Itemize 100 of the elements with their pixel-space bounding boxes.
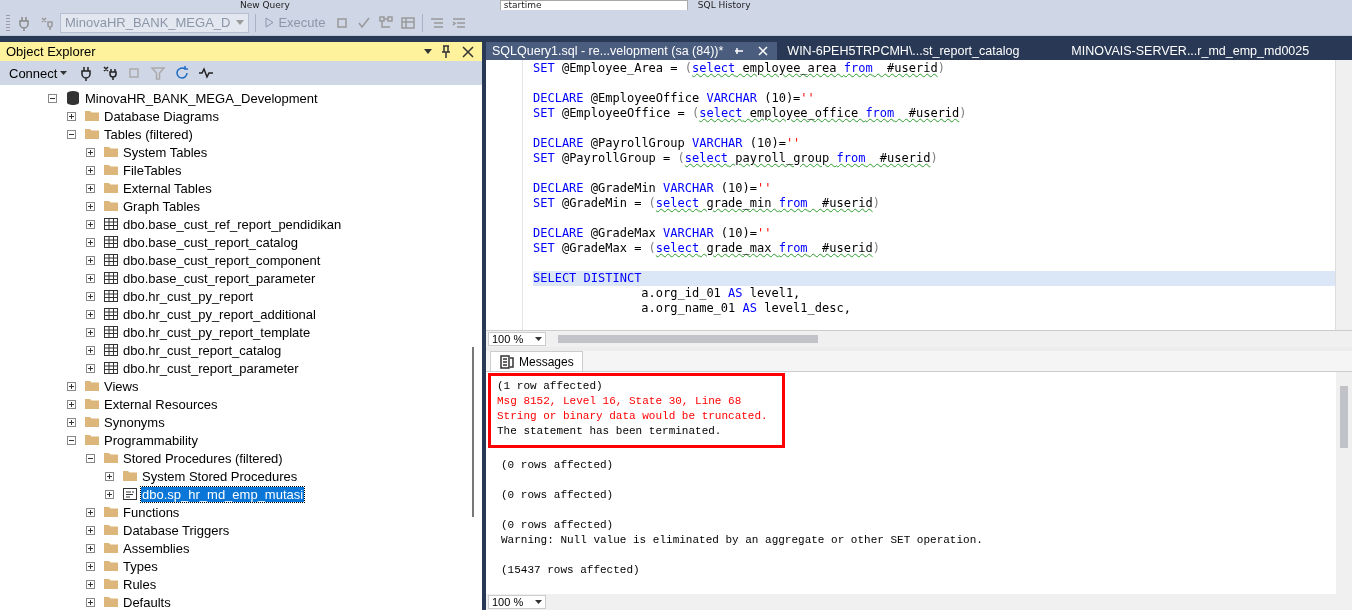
table-icon	[103, 216, 119, 232]
expand-icon[interactable]	[86, 309, 95, 319]
expand-icon[interactable]	[86, 327, 95, 337]
expand-icon[interactable]	[86, 255, 95, 265]
expand-icon[interactable]	[67, 111, 76, 121]
tree-item[interactable]: Graph Tables	[122, 198, 202, 214]
collapse-icon[interactable]	[67, 435, 76, 445]
caret-icon	[535, 337, 542, 341]
tree-item[interactable]: dbo.sp_hr_md_emp_mutasi	[141, 486, 305, 502]
scrollbar[interactable]	[472, 347, 474, 517]
table-icon	[103, 306, 119, 322]
dropdown-icon[interactable]	[424, 49, 432, 54]
tree-item[interactable]: dbo.base_cust_report_component	[122, 252, 322, 268]
tree-item[interactable]: Functions	[122, 504, 181, 520]
collapse-icon[interactable]	[48, 93, 57, 103]
folder-icon	[122, 468, 138, 484]
tree-item[interactable]: Tables (filtered)	[103, 126, 194, 142]
document-tab[interactable]: SQLQuery1.sql - re...velopment (sa (84))*	[486, 42, 778, 60]
disconnect-icon[interactable]	[102, 65, 119, 81]
tree-item[interactable]: Database Diagrams	[103, 108, 220, 124]
activity-monitor-icon[interactable]	[198, 65, 215, 81]
connect-button[interactable]: Connect	[6, 65, 71, 81]
tree-item[interactable]: dbo.base_cust_report_catalog	[122, 234, 299, 250]
search-field[interactable]: startime	[499, 0, 688, 10]
tree-item[interactable]: System Tables	[122, 144, 209, 160]
expand-icon[interactable]	[67, 399, 76, 409]
sql-history-button[interactable]: SQL History	[697, 0, 751, 10]
tree-item[interactable]: MinovaHR_BANK_MEGA_Development	[84, 90, 319, 106]
tree-item[interactable]: Synonyms	[103, 414, 166, 430]
tree-item[interactable]: dbo.base_cust_ref_report_pendidikan	[122, 216, 343, 232]
caret-icon	[60, 71, 68, 75]
code-line: a.org_name_01 AS level1_desc,	[640, 301, 852, 316]
expand-icon[interactable]	[86, 543, 95, 553]
tree-item[interactable]: Rules	[122, 576, 158, 592]
messages-icon[interactable]	[499, 353, 515, 370]
folder-icon	[84, 396, 100, 412]
tree-item[interactable]: dbo.hr_cust_report_parameter	[122, 360, 300, 376]
expand-icon[interactable]	[86, 579, 95, 589]
code-line: a.org_id_01 AS level1,	[640, 286, 802, 301]
collapse-icon[interactable]	[86, 453, 95, 463]
database-icon	[65, 90, 81, 106]
zoom-dropdown[interactable]: 100 %	[488, 595, 546, 609]
tree-item[interactable]: Defaults	[122, 594, 172, 610]
folder-icon	[103, 522, 119, 538]
expand-icon[interactable]	[86, 183, 95, 193]
zoom-dropdown[interactable]: 100 %	[488, 332, 546, 346]
tree-item[interactable]: dbo.hr_cust_report_catalog	[122, 342, 283, 358]
expand-icon[interactable]	[67, 417, 76, 427]
tree-item[interactable]: Programmability	[103, 432, 199, 448]
play-icon	[265, 17, 275, 28]
expand-icon[interactable]	[86, 561, 95, 571]
tree-item[interactable]: Types	[122, 558, 159, 574]
expand-icon[interactable]	[67, 381, 76, 391]
expand-icon[interactable]	[86, 597, 95, 607]
expand-icon[interactable]	[86, 345, 95, 355]
collapse-icon[interactable]	[67, 129, 76, 139]
tree-item[interactable]: Stored Procedures (filtered)	[122, 450, 284, 466]
expand-icon[interactable]	[86, 273, 95, 283]
expand-icon[interactable]	[86, 237, 95, 247]
tree-item[interactable]: dbo.base_cust_report_parameter	[122, 270, 317, 286]
message-line: (0 rows affected)	[501, 518, 615, 533]
table-icon	[103, 252, 119, 268]
tree-item[interactable]: External Resources	[103, 396, 219, 412]
tree-item[interactable]: dbo.hr_cust_py_report_template	[122, 324, 312, 340]
message-line: Warning: Null value is eliminated by an aggregate or other SET operation.	[501, 533, 983, 548]
tree-item[interactable]: dbo.hr_cust_py_report_additional	[122, 306, 317, 322]
tree-item[interactable]: Database Triggers	[122, 522, 231, 538]
refresh-icon[interactable]	[174, 65, 191, 81]
expand-icon[interactable]	[105, 471, 114, 481]
expand-icon[interactable]	[86, 219, 95, 229]
tree-item[interactable]: Assemblies	[122, 540, 191, 556]
message-line: (0 rows affected)	[501, 458, 614, 473]
close-icon[interactable]	[460, 43, 476, 60]
tree-item[interactable]: Views	[103, 378, 140, 394]
expand-icon[interactable]	[86, 363, 95, 373]
expand-icon[interactable]	[86, 165, 95, 175]
message-line: (0 rows affected)	[501, 488, 614, 503]
table-icon	[103, 288, 119, 304]
expand-icon[interactable]	[86, 525, 95, 535]
folder-icon	[103, 540, 119, 556]
messages-tab[interactable]: Messages	[490, 351, 583, 371]
expand-icon[interactable]	[86, 507, 95, 517]
tree-item[interactable]: FileTables	[122, 162, 183, 178]
code-line: SET @EmployeeOffice = (select employee_office from #userid)	[533, 106, 968, 122]
folder-icon	[84, 414, 100, 430]
tree-item[interactable]: System Stored Procedures	[141, 468, 299, 484]
expand-icon[interactable]	[86, 291, 95, 301]
expand-icon[interactable]	[86, 147, 95, 157]
tree-item[interactable]: External Tables	[122, 180, 213, 196]
caret-icon	[535, 600, 542, 604]
expand-icon[interactable]	[86, 201, 95, 211]
scrollbar[interactable]	[1340, 386, 1348, 448]
table-icon	[103, 342, 119, 358]
new-query-button[interactable]: New Query	[240, 0, 290, 10]
folder-icon	[84, 432, 100, 448]
scrollbar[interactable]	[558, 335, 818, 343]
tree-item[interactable]: dbo.hr_cust_py_report	[122, 288, 255, 304]
expand-icon[interactable]	[105, 489, 114, 499]
message-line: Msg 8152, Level 16, State 30, Line 68	[497, 394, 743, 409]
folder-icon	[103, 450, 119, 466]
